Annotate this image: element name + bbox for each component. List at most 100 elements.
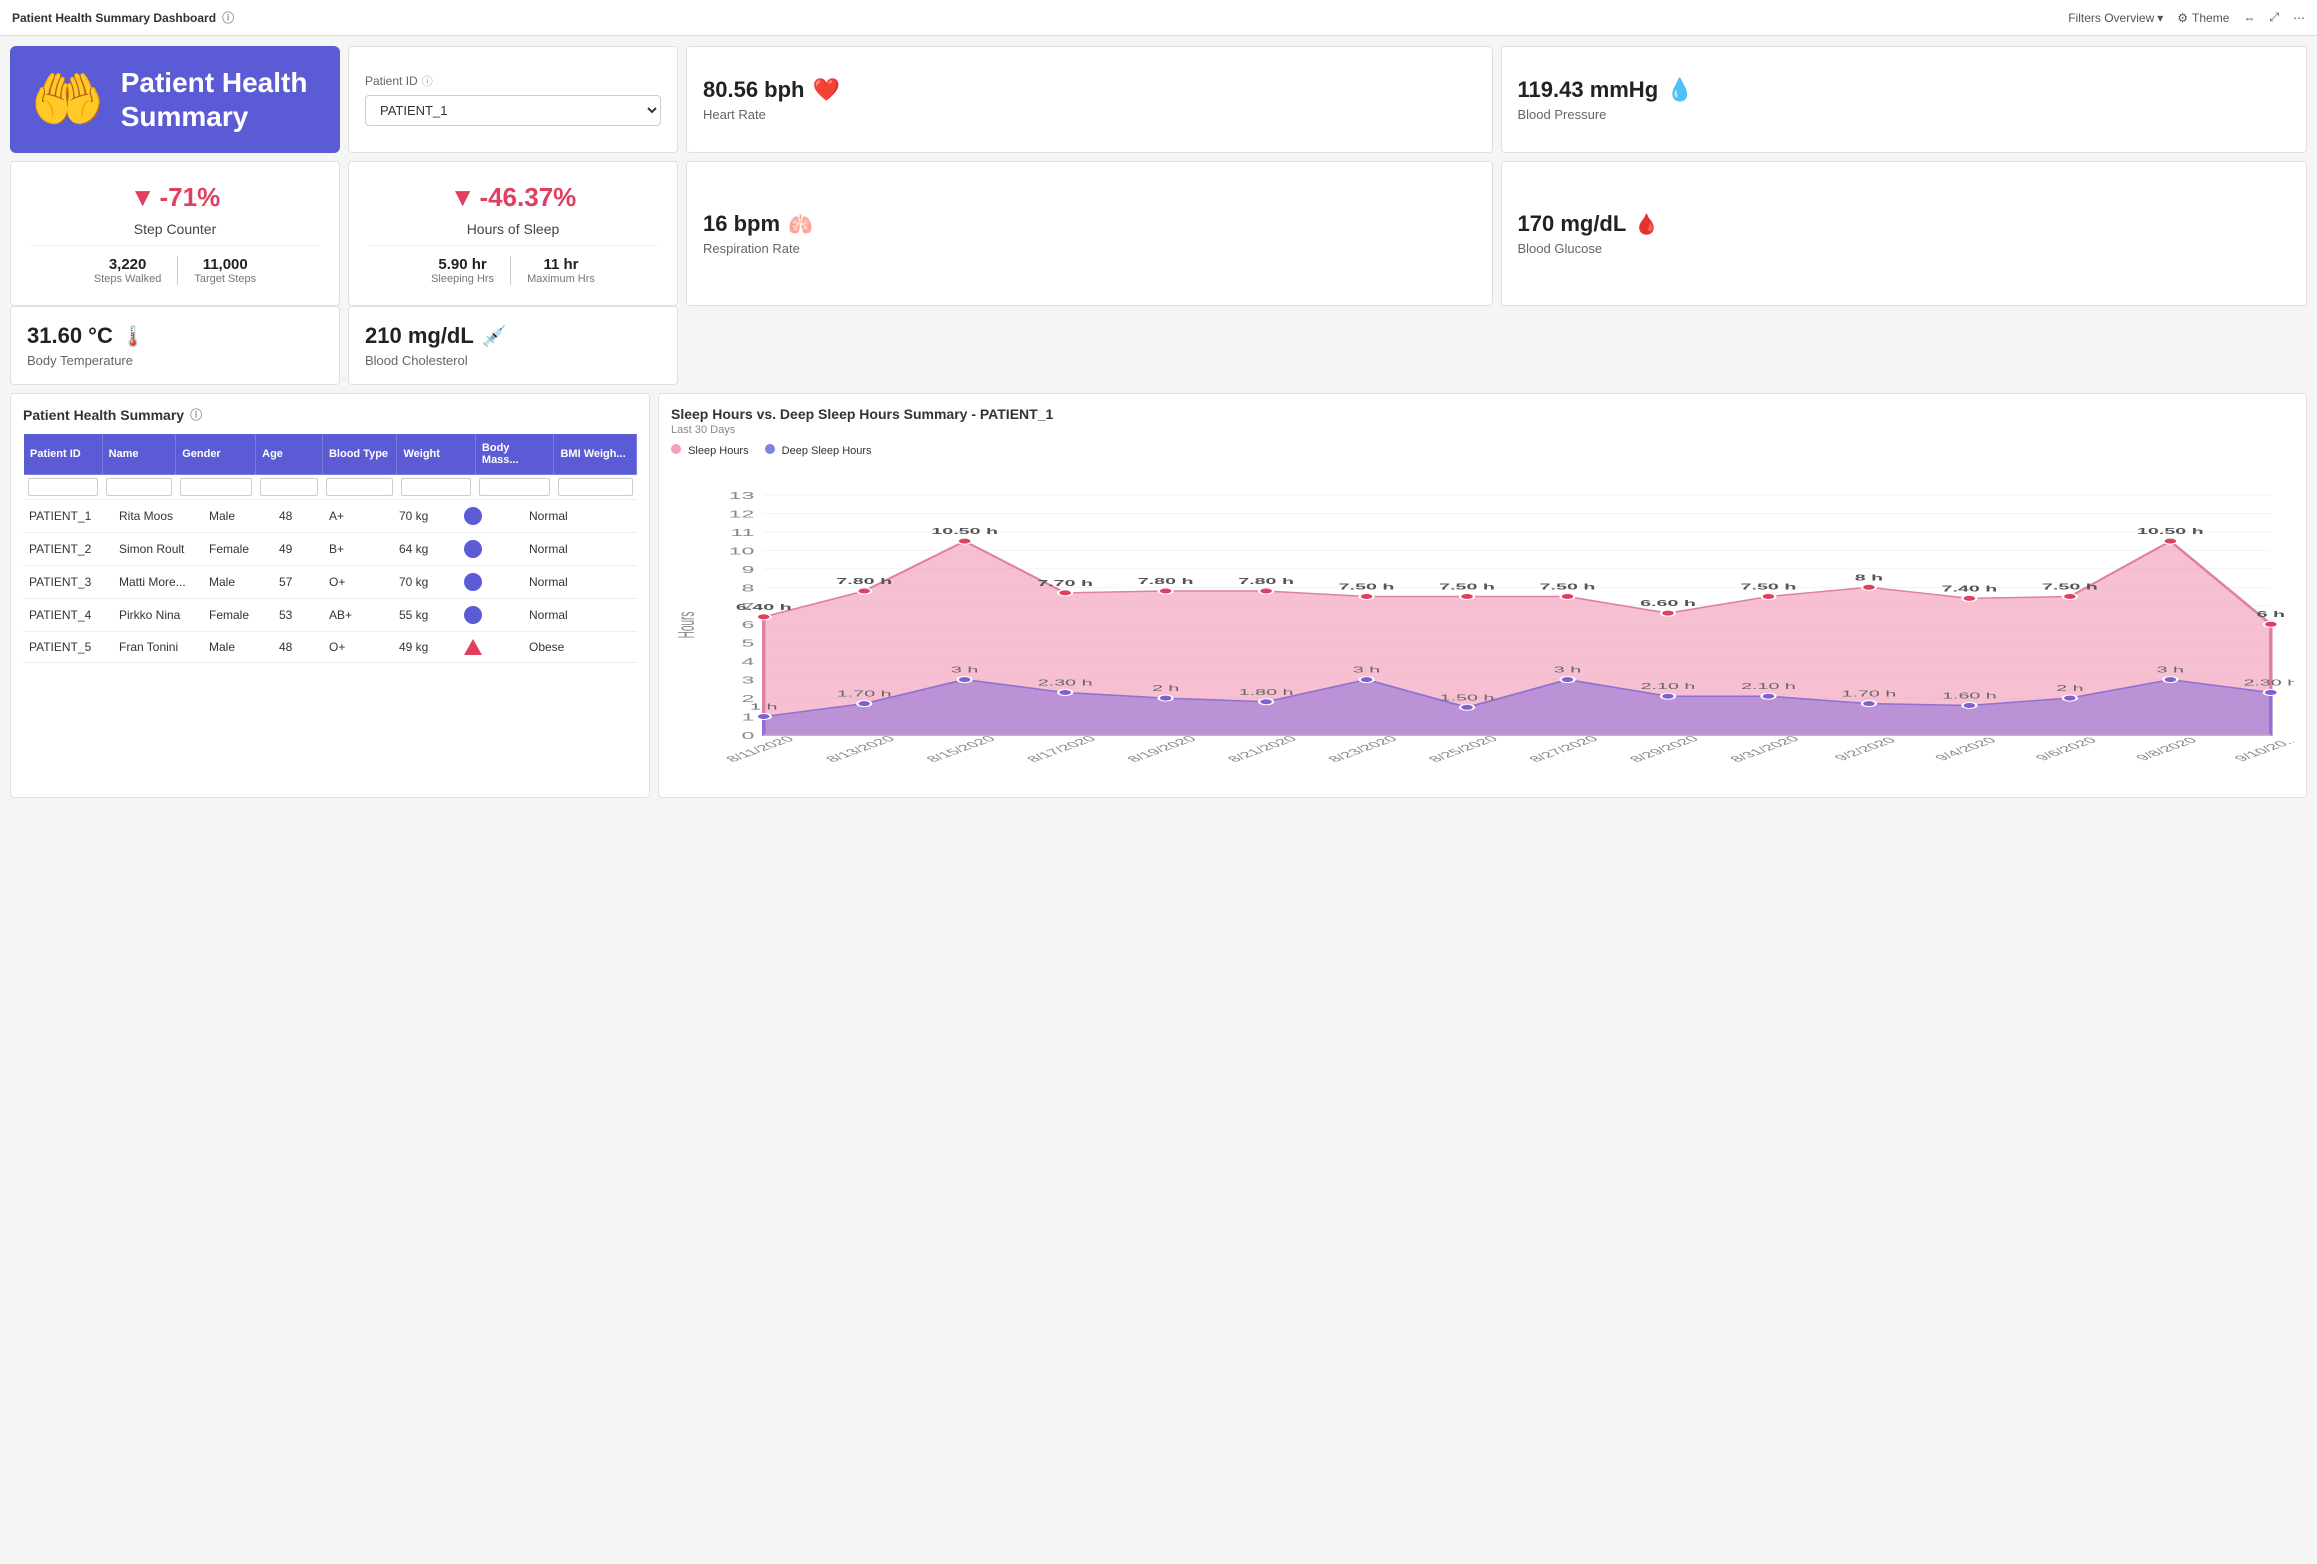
svg-text:7.50 h: 7.50 h: [1439, 582, 1495, 592]
cholesterol-icon: 💉: [482, 324, 507, 349]
legend-sleep: Sleep Hours: [671, 444, 749, 457]
svg-text:5: 5: [742, 638, 755, 649]
svg-text:6: 6: [742, 619, 755, 630]
table-header-row: Patient ID Name Gender Age Blood Type We…: [24, 434, 637, 475]
svg-text:3: 3: [742, 675, 755, 686]
legend-deep: Deep Sleep Hours: [765, 444, 872, 457]
bmi-dot: [464, 507, 482, 525]
topbar-actions: Filters Overview ▾ ⚙ Theme ⇔ ⤢ ⋯: [2068, 10, 2305, 25]
svg-text:6.60 h: 6.60 h: [1640, 599, 1696, 609]
patient-table: Patient ID Name Gender Age Blood Type We…: [23, 433, 637, 500]
filter-name[interactable]: [106, 478, 172, 496]
svg-text:7.40 h: 7.40 h: [1942, 584, 1998, 594]
step-change: ▼ -71%: [130, 182, 220, 213]
svg-text:6 h: 6 h: [2257, 610, 2285, 620]
col-patient-id: Patient ID: [24, 434, 103, 475]
filter-age[interactable]: [260, 478, 319, 496]
svg-text:8/29/2020: 8/29/2020: [1626, 735, 1703, 765]
svg-text:1.60 h: 1.60 h: [1942, 691, 1997, 701]
filters-overview-button[interactable]: Filters Overview ▾: [2068, 11, 2163, 25]
mid-row: ▼ -71% Step Counter 3,220 Steps Walked 1…: [10, 161, 2307, 306]
sleep-label: Hours of Sleep: [467, 221, 560, 237]
svg-text:1.70 h: 1.70 h: [837, 690, 892, 700]
svg-text:7.50 h: 7.50 h: [1741, 582, 1797, 592]
blood-pressure-value: 119.43 mmHg 💧: [1518, 77, 2291, 103]
filter-weight[interactable]: [401, 478, 471, 496]
table-row: PATIENT_2Simon RoultFemale49B+64 kgNorma…: [23, 533, 637, 566]
svg-text:2 h: 2 h: [2056, 684, 2083, 694]
chevron-down-icon: ▾: [2157, 11, 2163, 25]
col-bmi: Body Mass...: [475, 434, 554, 475]
heart-rate-value: 80.56 bph ❤️: [703, 77, 1476, 103]
svg-text:8 h: 8 h: [1855, 573, 1883, 583]
svg-text:7.50 h: 7.50 h: [2042, 582, 2098, 592]
svg-text:1.80 h: 1.80 h: [1239, 688, 1294, 698]
body-temp-value: 31.60 °C 🌡️: [27, 323, 323, 349]
respiration-value: 16 bpm 🫁: [703, 211, 1476, 237]
step-details: 3,220 Steps Walked 11,000 Target Steps: [31, 245, 319, 285]
bmi-dot: [464, 540, 482, 558]
patient-id-select[interactable]: PATIENT_1 PATIENT_2 PATIENT_3 PATIENT_4 …: [365, 95, 661, 126]
table-row: PATIENT_5Fran ToniniMale48O+49 kgObese: [23, 632, 637, 663]
filter-bmi-weight[interactable]: [558, 478, 633, 496]
sleep-details: 5.90 hr Sleeping Hrs 11 hr Maximum Hrs: [369, 245, 657, 285]
svg-text:9/8/2020: 9/8/2020: [2133, 736, 2202, 763]
svg-text:7.50 h: 7.50 h: [1339, 582, 1395, 592]
svg-text:8: 8: [742, 583, 755, 594]
svg-text:6.40 h: 6.40 h: [736, 603, 792, 613]
body-temp-label: Body Temperature: [27, 353, 323, 368]
table-rows-container: PATIENT_1Rita MoosMale48A+70 kgNormalPAT…: [23, 500, 637, 663]
svg-text:1: 1: [742, 712, 755, 723]
patient-id-card: Patient ID ⓘ PATIENT_1 PATIENT_2 PATIENT…: [348, 46, 678, 153]
blood-cholesterol-value: 210 mg/dL 💉: [365, 323, 661, 349]
blood-pressure-label: Blood Pressure: [1518, 107, 2291, 122]
dashboard-title: Patient Health Summary Dashboard: [12, 11, 216, 25]
filter-bmi[interactable]: [479, 478, 550, 496]
blood-glucose-value: 170 mg/dL 🩸: [1518, 211, 2291, 237]
chart-title: Sleep Hours vs. Deep Sleep Hours Summary…: [671, 406, 2294, 422]
svg-text:11: 11: [730, 527, 754, 538]
svg-text:7.80 h: 7.80 h: [1138, 577, 1194, 587]
svg-text:13: 13: [729, 490, 755, 501]
col-weight: Weight: [397, 434, 475, 475]
more-options-icon[interactable]: ⋯: [2293, 11, 2305, 25]
dashboard: 🤲 Patient Health Summary Patient ID ⓘ PA…: [0, 36, 2317, 808]
sleep-change: ▼ -46.37%: [450, 182, 577, 213]
svg-text:1 h: 1 h: [750, 702, 777, 712]
filter-gender[interactable]: [180, 478, 252, 496]
filter-blood-type[interactable]: [326, 478, 393, 496]
hero-card: 🤲 Patient Health Summary: [10, 46, 340, 153]
svg-text:10.50 h: 10.50 h: [931, 527, 998, 537]
col-bmi-weight: BMI Weigh...: [554, 434, 637, 475]
heart-icon: ❤️: [812, 77, 839, 103]
sleeping-hrs: 5.90 hr Sleeping Hrs: [415, 256, 511, 285]
respiration-label: Respiration Rate: [703, 241, 1476, 256]
svg-text:9/6/2020: 9/6/2020: [2032, 736, 2101, 763]
expand-icon[interactable]: ⤢: [2269, 10, 2279, 25]
body-temp-card: 31.60 °C 🌡️ Body Temperature: [10, 306, 340, 385]
blood-cholesterol-card: 210 mg/dL 💉 Blood Cholesterol: [348, 306, 678, 385]
link-icon[interactable]: ⇔: [2243, 11, 2255, 25]
top-row: 🤲 Patient Health Summary Patient ID ⓘ PA…: [10, 46, 2307, 153]
title-info-icon: ⓘ: [222, 9, 234, 26]
svg-text:2.10 h: 2.10 h: [1641, 682, 1696, 692]
hero-title: Patient Health Summary: [121, 66, 320, 133]
chart-legend: Sleep Hours Deep Sleep Hours: [671, 444, 2294, 457]
svg-text:9: 9: [742, 564, 755, 575]
filter-patient-id[interactable]: [28, 478, 99, 496]
step-counter-card: ▼ -71% Step Counter 3,220 Steps Walked 1…: [10, 161, 340, 306]
steps-walked: 3,220 Steps Walked: [78, 256, 178, 285]
theme-button[interactable]: ⚙ Theme: [2177, 11, 2229, 25]
svg-text:8/23/2020: 8/23/2020: [1325, 735, 1402, 765]
table-row: PATIENT_1Rita MoosMale48A+70 kgNormal: [23, 500, 637, 533]
svg-text:7.70 h: 7.70 h: [1037, 579, 1093, 589]
svg-text:2.10 h: 2.10 h: [1741, 682, 1796, 692]
temp-chol-row: 31.60 °C 🌡️ Body Temperature 210 mg/dL 💉…: [10, 306, 2307, 385]
svg-text:10.50 h: 10.50 h: [2137, 527, 2204, 537]
table-info-icon: ⓘ: [190, 406, 202, 423]
filter-row: [24, 475, 637, 500]
svg-text:2.30 h: 2.30 h: [1038, 678, 1093, 688]
heart-rate-label: Heart Rate: [703, 107, 1476, 122]
topbar-title-area: Patient Health Summary Dashboard ⓘ: [12, 9, 234, 26]
respiration-icon: 🫁: [788, 212, 813, 237]
